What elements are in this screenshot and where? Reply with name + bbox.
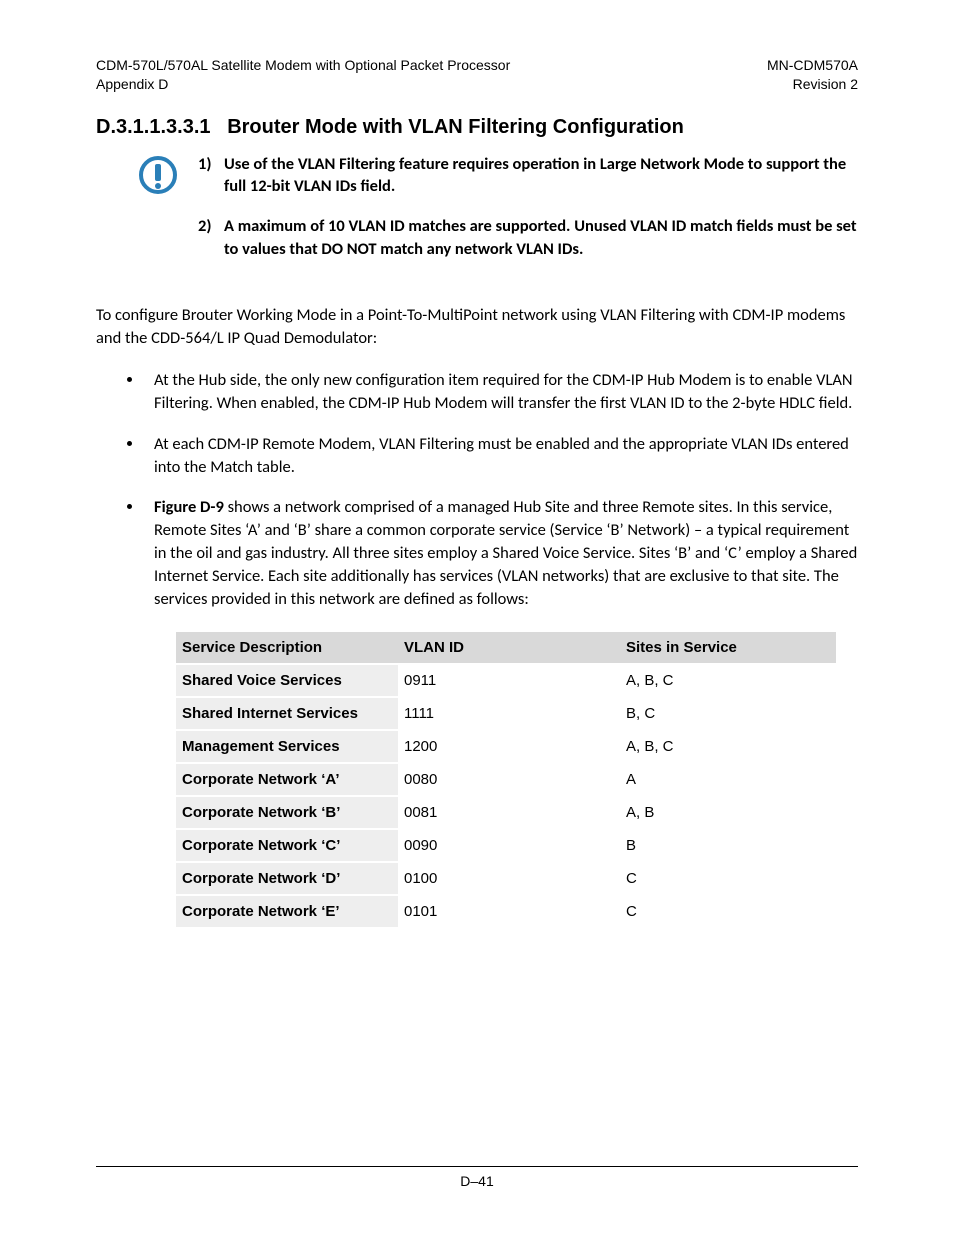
cell-vlan: 0101: [398, 895, 620, 928]
note-text: Use of the VLAN Filtering feature requir…: [224, 153, 858, 198]
cell-sites: C: [620, 895, 836, 928]
table-row: Shared Voice Services 0911 A, B, C: [176, 664, 836, 697]
cell-sites: A, B: [620, 796, 836, 829]
list-item: Figure D-9 shows a network comprised of …: [144, 496, 858, 610]
cell-service: Corporate Network ‘C’: [176, 829, 398, 862]
header-revision: Revision 2: [767, 75, 858, 94]
cell-vlan: 1111: [398, 697, 620, 730]
cell-vlan: 0100: [398, 862, 620, 895]
note-item: 1) Use of the VLAN Filtering feature req…: [198, 153, 858, 198]
note-number: 2): [198, 215, 224, 260]
cell-vlan: 0081: [398, 796, 620, 829]
header-product: CDM-570L/570AL Satellite Modem with Opti…: [96, 56, 510, 75]
cell-service: Management Services: [176, 730, 398, 763]
note-item: 2) A maximum of 10 VLAN ID matches are s…: [198, 215, 858, 260]
cell-vlan: 0911: [398, 664, 620, 697]
note-text: A maximum of 10 VLAN ID matches are supp…: [224, 215, 858, 260]
header-left: CDM-570L/570AL Satellite Modem with Opti…: [96, 56, 510, 94]
alert-icon: [136, 153, 180, 278]
cell-service: Corporate Network ‘A’: [176, 763, 398, 796]
cell-sites: C: [620, 862, 836, 895]
table-row: Corporate Network ‘C’ 0090 B: [176, 829, 836, 862]
list-item: At the Hub side, the only new configurat…: [144, 369, 858, 415]
cell-service: Shared Voice Services: [176, 664, 398, 697]
table-body: Shared Voice Services 0911 A, B, C Share…: [176, 664, 836, 928]
col-service: Service Description: [176, 632, 398, 664]
cell-service: Corporate Network ‘E’: [176, 895, 398, 928]
figure-ref: Figure D-9: [154, 497, 224, 517]
table-row: Corporate Network ‘E’ 0101 C: [176, 895, 836, 928]
header-right: MN-CDM570A Revision 2: [767, 56, 858, 94]
intro-paragraph: To configure Brouter Working Mode in a P…: [96, 304, 858, 350]
cell-service: Shared Internet Services: [176, 697, 398, 730]
table-row: Shared Internet Services 1111 B, C: [176, 697, 836, 730]
cell-service: Corporate Network ‘D’: [176, 862, 398, 895]
notes-list: 1) Use of the VLAN Filtering feature req…: [198, 153, 858, 278]
col-sites: Sites in Service: [620, 632, 836, 664]
table-row: Corporate Network ‘B’ 0081 A, B: [176, 796, 836, 829]
page-number: D–41: [460, 1173, 493, 1189]
cell-sites: A, B, C: [620, 664, 836, 697]
col-vlan: VLAN ID: [398, 632, 620, 664]
section-title-text: Brouter Mode with VLAN Filtering Configu…: [227, 116, 684, 138]
cell-sites: A: [620, 763, 836, 796]
table-row: Corporate Network ‘A’ 0080 A: [176, 763, 836, 796]
section-heading: D.3.1.1.3.3.1 Brouter Mode with VLAN Fil…: [96, 116, 858, 139]
cell-service: Corporate Network ‘B’: [176, 796, 398, 829]
header-appendix: Appendix D: [96, 75, 510, 94]
note-number: 1): [198, 153, 224, 198]
cell-sites: B, C: [620, 697, 836, 730]
section-number: D.3.1.1.3.3.1: [96, 116, 211, 138]
table-row: Management Services 1200 A, B, C: [176, 730, 836, 763]
cell-vlan: 0090: [398, 829, 620, 862]
list-item: At each CDM-IP Remote Modem, VLAN Filter…: [144, 433, 858, 479]
important-notes: 1) Use of the VLAN Filtering feature req…: [96, 153, 858, 278]
header-docnum: MN-CDM570A: [767, 56, 858, 75]
cell-vlan: 0080: [398, 763, 620, 796]
page-footer: D–41: [96, 1166, 858, 1189]
table-row: Corporate Network ‘D’ 0100 C: [176, 862, 836, 895]
list-item-text: shows a network comprised of a managed H…: [154, 497, 857, 608]
cell-sites: A, B, C: [620, 730, 836, 763]
cell-vlan: 1200: [398, 730, 620, 763]
vlan-table: Service Description VLAN ID Sites in Ser…: [176, 632, 836, 929]
page: CDM-570L/570AL Satellite Modem with Opti…: [0, 0, 954, 1235]
table-header-row: Service Description VLAN ID Sites in Ser…: [176, 632, 836, 664]
page-header: CDM-570L/570AL Satellite Modem with Opti…: [96, 56, 858, 94]
cell-sites: B: [620, 829, 836, 862]
bullet-list: At the Hub side, the only new configurat…: [96, 369, 858, 610]
